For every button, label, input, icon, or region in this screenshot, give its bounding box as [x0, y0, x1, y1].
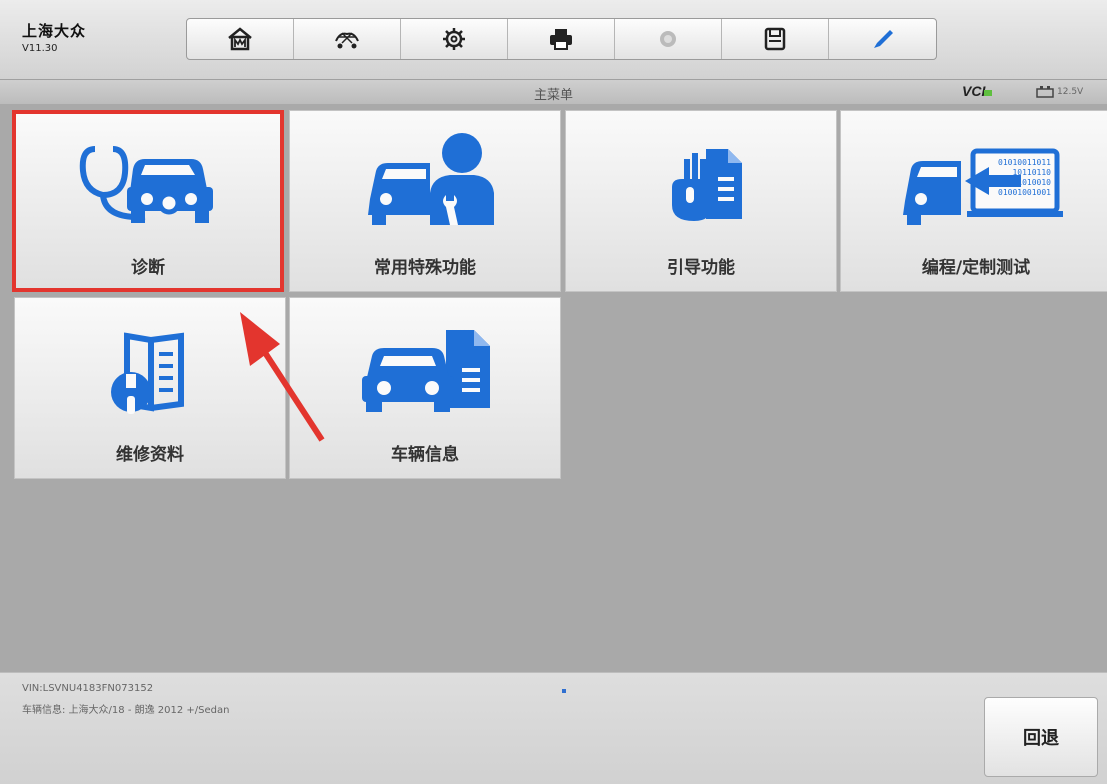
- car-technician-icon: [368, 133, 494, 225]
- stethoscope-car-icon: [79, 146, 213, 223]
- footer: VIN:LSVNU4183FN073152 车辆信息: 上海大众/18 - 朗逸…: [0, 672, 1107, 784]
- tile-guided-functions[interactable]: 引导功能: [565, 110, 837, 292]
- print-icon: [550, 29, 572, 50]
- app-version: V11.30: [22, 43, 58, 54]
- tile-diagnose[interactable]: 诊断: [12, 110, 284, 292]
- vci-connected-indicator: [984, 90, 992, 96]
- svg-text:01001001001: 01001001001: [998, 188, 1051, 197]
- page-indicator: [562, 689, 566, 693]
- vci-status: VCI: [962, 83, 986, 99]
- app-name: 上海大众: [22, 22, 87, 40]
- vehicle-menu-icon: [335, 32, 359, 49]
- tile-label: 引导功能: [667, 258, 735, 278]
- home-button[interactable]: [187, 19, 294, 59]
- vehicle-info-text: 车辆信息: 上海大众/18 - 朗逸 2012 +/Sedan: [22, 705, 230, 716]
- battery-icon: [1036, 86, 1054, 98]
- vin-text: VIN:LSVNU4183FN073152: [22, 683, 154, 694]
- home-icon: [228, 27, 252, 51]
- tile-vehicle-info[interactable]: 车辆信息: [289, 297, 561, 479]
- tile-label: 维修资料: [116, 445, 184, 465]
- toolbar: [186, 18, 937, 60]
- save-button[interactable]: [722, 19, 829, 59]
- hand-document-icon: [672, 149, 742, 221]
- car-document-icon: [362, 330, 490, 412]
- top-bar: 上海大众 V11.30: [0, 0, 1107, 80]
- tile-special-functions[interactable]: 常用特殊功能: [289, 110, 561, 292]
- pen-icon: [873, 30, 893, 48]
- tile-label: 编程/定制测试: [921, 258, 1031, 278]
- car-binary-code-icon: 01010011011 10110110 01010010 0100100100…: [903, 148, 1063, 225]
- back-button[interactable]: 回退: [984, 697, 1098, 777]
- save-icon: [764, 27, 786, 51]
- page-title: 主菜单: [533, 88, 573, 103]
- wrench-book-icon: [111, 332, 184, 414]
- pen-button[interactable]: [829, 19, 936, 59]
- tile-label: 诊断: [131, 258, 165, 278]
- tile-label: 车辆信息: [391, 445, 459, 465]
- settings-button[interactable]: [401, 19, 508, 59]
- tile-repair-info[interactable]: 维修资料: [14, 297, 286, 479]
- tile-programming[interactable]: 01010011011 10110110 01010010 0100100100…: [840, 110, 1107, 292]
- print-button[interactable]: [508, 19, 615, 59]
- svg-text:01010011011: 01010011011: [998, 158, 1051, 167]
- vehicle-menu-button[interactable]: [294, 19, 401, 59]
- tile-label: 常用特殊功能: [374, 258, 476, 278]
- help-button[interactable]: [615, 19, 722, 59]
- brand: 上海大众 V11.30: [22, 20, 86, 54]
- help-icon: [660, 31, 676, 47]
- battery-voltage: 12.5V: [1057, 87, 1084, 97]
- title-strip: 主菜单 VCI 12.5V: [0, 80, 1107, 104]
- settings-gear-icon: [443, 28, 465, 50]
